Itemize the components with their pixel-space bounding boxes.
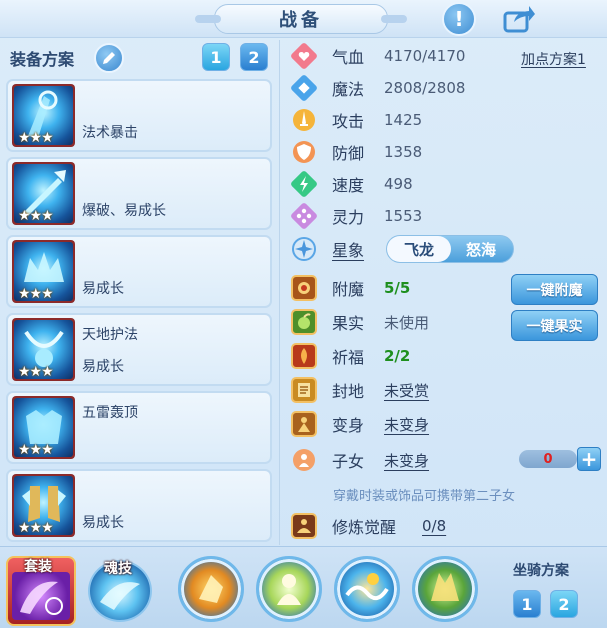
equipment-effect-text: 易成长 <box>82 515 124 531</box>
suit-icon <box>12 572 70 620</box>
fist-skill-icon[interactable] <box>178 556 244 622</box>
wave-skill-icon[interactable] <box>334 556 400 622</box>
cultivation-row: 修炼觉醒 0/8 <box>290 512 446 540</box>
stat-row-spirit: 灵力 1553 <box>290 202 422 230</box>
second-child-hint: 穿戴时装或饰品可携带第二子女 <box>333 489 516 504</box>
fruit-row: 果实 未使用 <box>290 308 429 336</box>
star-rating: ★★★ <box>18 286 54 302</box>
equipment-effect-text: 易成长 <box>82 281 124 297</box>
equipment-plan-1-button[interactable]: 1 <box>202 43 230 71</box>
stat-row-star-sign: 星象 <box>290 235 384 263</box>
star-sign-icon <box>290 235 318 263</box>
equipment-slot[interactable]: ★★★ 易成长 <box>6 235 272 308</box>
blessing-row: 祈福 2/2 <box>290 342 410 370</box>
soul-skill-button[interactable]: 魂技 <box>88 560 152 622</box>
equipment-plan-2-button[interactable]: 2 <box>240 43 268 71</box>
suit-label: 套装 <box>24 559 52 575</box>
equipment-effect-text: 爆破、易成长 <box>82 203 166 219</box>
fief-icon <box>290 376 318 404</box>
mana-diamond-icon <box>290 74 318 102</box>
window-title: 战备 <box>195 4 407 34</box>
star-rating: ★★★ <box>18 442 54 458</box>
equipment-slot[interactable]: ★★★ 天地护法 易成长 <box>6 313 272 386</box>
star-option-nuhai[interactable]: 怒海 <box>449 236 513 262</box>
equipment-slot[interactable]: ★★★ 易成长 <box>6 469 272 542</box>
beast-skill-icon[interactable] <box>412 556 478 622</box>
sword-icon <box>290 106 318 134</box>
equipment-effect-text: 五雷轰顶 <box>82 405 138 421</box>
child-icon <box>290 446 318 474</box>
transform-row: 变身 未变身 <box>290 410 429 438</box>
panel-divider <box>279 40 280 545</box>
stat-row-mp: 魔法 2808/2808 <box>290 74 465 102</box>
one-click-enchant-button[interactable]: 一键附魔 <box>511 274 598 305</box>
stat-point-plan-link[interactable]: 加点方案1 <box>521 49 586 69</box>
equipment-slot[interactable]: ★★★ 爆破、易成长 <box>6 157 272 230</box>
equipment-plan-label: 装备方案 <box>10 50 75 69</box>
mount-plan-2-button[interactable]: 2 <box>550 590 578 618</box>
heart-icon <box>290 42 318 70</box>
star-rating: ★★★ <box>18 130 54 146</box>
soul-skill-label: 魂技 <box>104 561 132 577</box>
crown-helmet-icon: ★★★ <box>12 240 75 303</box>
equipment-effect-text: 法术暴击 <box>82 125 138 141</box>
info-icon[interactable]: ! <box>442 2 476 36</box>
edit-icon[interactable] <box>94 43 124 73</box>
speed-bolt-icon <box>290 170 318 198</box>
mount-plan-label: 坐骑方案 <box>513 563 569 579</box>
star-rating: ★★★ <box>18 208 54 224</box>
star-sign-toggle[interactable]: 飞龙 怒海 <box>386 235 514 263</box>
spirit-star-icon <box>290 202 318 230</box>
star-rating: ★★★ <box>18 364 54 380</box>
child-count-bar: 0 <box>519 450 577 468</box>
equipment-plan-header: 装备方案 <box>10 44 74 72</box>
stat-row-defense: 防御 1358 <box>290 138 422 166</box>
equipment-slot[interactable]: ★★★ 五雷轰顶 <box>6 391 272 464</box>
shield-icon <box>290 138 318 166</box>
transform-icon <box>290 410 318 438</box>
rune-staff-icon: ★★★ <box>12 84 75 147</box>
share-icon[interactable] <box>502 4 536 34</box>
fruit-icon <box>290 308 318 336</box>
mount-plan-1-button[interactable]: 1 <box>513 590 541 618</box>
suit-button[interactable]: 套装 <box>6 556 76 626</box>
star-option-feilong[interactable]: 飞龙 <box>387 236 451 262</box>
fief-row: 封地 未受赏 <box>290 376 429 404</box>
one-click-fruit-button[interactable]: 一键果实 <box>511 310 598 341</box>
child-row: 子女 未变身 <box>290 446 429 474</box>
spirit-necklace-icon: ★★★ <box>12 318 75 381</box>
enchant-icon <box>290 274 318 302</box>
thunder-armor-icon: ★★★ <box>12 396 75 459</box>
enchant-row: 附魔 5/5 <box>290 274 410 302</box>
cultivation-icon <box>290 512 318 540</box>
add-child-slot-button[interactable]: + <box>577 447 601 471</box>
stat-row-speed: 速度 498 <box>290 170 413 198</box>
stat-row-hp: 气血 4170/4170 <box>290 42 465 70</box>
equipment-effect-text: 易成长 <box>82 359 124 375</box>
star-rating: ★★★ <box>18 520 54 536</box>
equipment-slot[interactable]: ★★★ 法术暴击 <box>6 79 272 152</box>
ice-trident-icon: ★★★ <box>12 162 75 225</box>
winged-boots-icon: ★★★ <box>12 474 75 537</box>
blessing-icon <box>290 342 318 370</box>
equipment-effect-text: 天地护法 <box>82 327 138 343</box>
stat-row-attack: 攻击 1425 <box>290 106 422 134</box>
sage-skill-icon[interactable] <box>256 556 322 622</box>
